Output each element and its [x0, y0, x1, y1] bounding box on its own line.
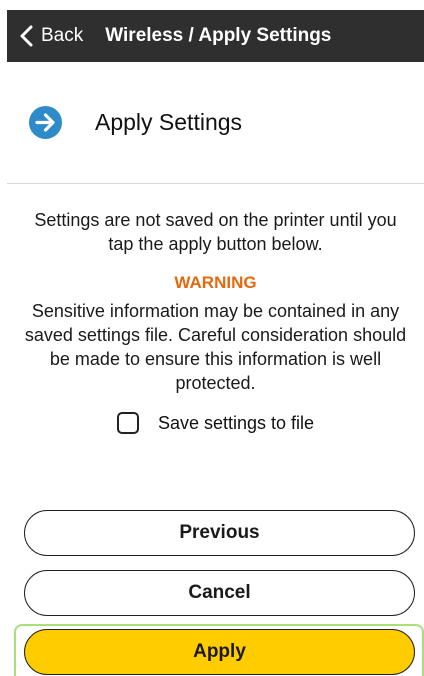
app-screen: Back Wireless / Apply Settings Apply Set…	[7, 10, 424, 676]
apply-button[interactable]: Apply	[24, 629, 415, 675]
previous-button[interactable]: Previous	[24, 510, 415, 556]
save-settings-checkbox[interactable]	[116, 412, 139, 434]
chevron-left-icon	[20, 25, 33, 47]
back-label: Back	[41, 25, 84, 46]
warning-title: WARNING	[174, 273, 257, 292]
page-header: Apply Settings	[7, 62, 424, 184]
cancel-button[interactable]: Cancel	[24, 570, 415, 616]
back-button[interactable]: Back	[17, 24, 83, 48]
warning-text: Sensitive information may be contained i…	[24, 301, 407, 393]
page-title: Apply Settings	[95, 109, 243, 135]
nav-title: Wireless / Apply Settings	[105, 25, 332, 46]
navigation-bar: Back Wireless / Apply Settings	[7, 10, 424, 62]
save-settings-row[interactable]: Save settings to file	[7, 412, 424, 434]
intro-text: Settings are not saved on the printer un…	[34, 210, 397, 254]
arrow-right-circle-icon	[29, 106, 62, 139]
save-settings-label[interactable]: Save settings to file	[158, 413, 314, 434]
